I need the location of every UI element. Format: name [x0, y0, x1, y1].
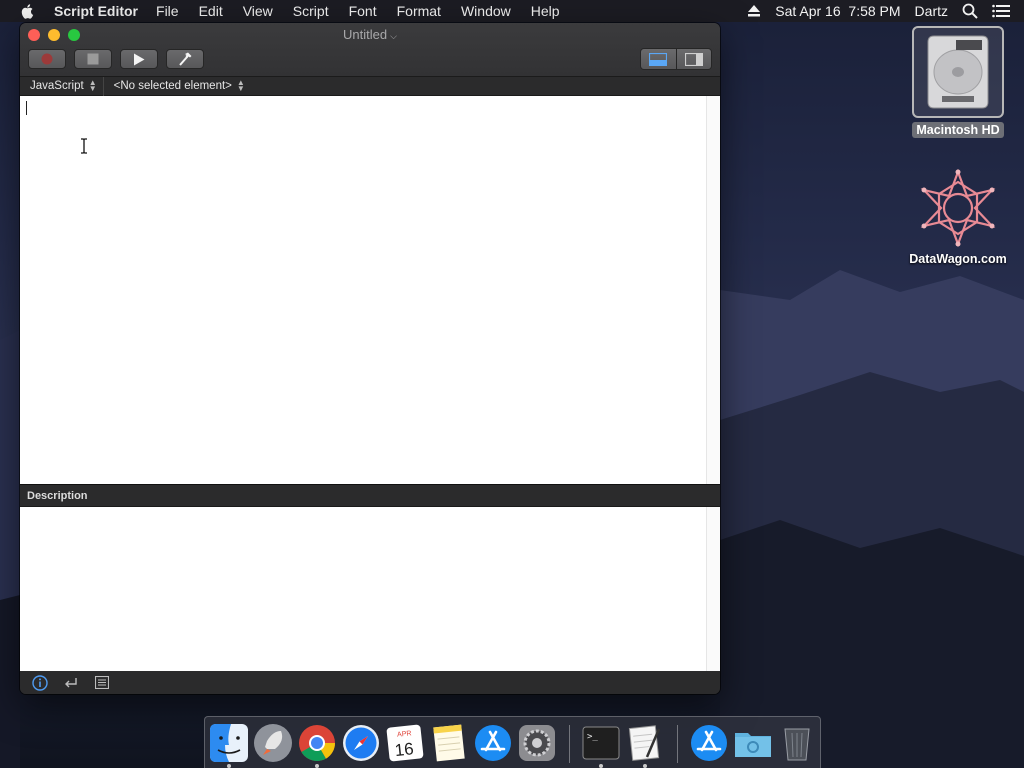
info-icon [32, 674, 48, 691]
up-down-arrows-icon: ▲ ▼ [88, 78, 97, 93]
run-button[interactable] [120, 49, 158, 69]
menu-help[interactable]: Help [531, 3, 560, 19]
safari-icon[interactable] [341, 723, 381, 763]
dock: APR 16 >_ [204, 716, 821, 768]
launchpad-icon[interactable] [253, 723, 293, 763]
script-editor-window: Untitled ⌵ JavaScript ▲ ▼ <No selected e… [20, 23, 720, 694]
menu-clock[interactable]: Sat Apr 16 7:58 PM [775, 3, 900, 19]
play-icon [134, 53, 145, 65]
window-title[interactable]: Untitled ⌵ [20, 27, 720, 42]
up-down-arrows-icon: ▲ ▼ [236, 78, 245, 93]
macintosh-hd-label: Macintosh HD [912, 122, 1004, 138]
list-icon [95, 676, 109, 689]
window-titlebar[interactable]: Untitled ⌵ [20, 23, 720, 77]
log-tab-button[interactable] [92, 674, 112, 692]
bottom-bar [20, 671, 720, 694]
element-selector[interactable]: <No selected element> ▲ ▼ [102, 76, 251, 96]
menu-edit[interactable]: Edit [199, 3, 223, 19]
apple-icon[interactable] [20, 3, 36, 19]
finder-icon[interactable] [209, 723, 249, 763]
desktop-icon-macintosh-hd[interactable]: Macintosh HD [908, 26, 1008, 138]
menu-font[interactable]: Font [349, 3, 377, 19]
terminal-icon[interactable]: >_ [581, 723, 621, 763]
menu-bar: Script Editor File Edit View Script Font… [0, 0, 1024, 22]
script-editor-icon[interactable] [625, 723, 665, 763]
calendar-day: 16 [394, 739, 415, 760]
editor-scrollbar[interactable] [706, 96, 720, 484]
menu-view[interactable]: View [243, 3, 273, 19]
menu-format[interactable]: Format [397, 3, 441, 19]
view-toggle [640, 48, 712, 70]
description-tab-button[interactable] [30, 674, 50, 692]
svg-text:>_: >_ [587, 732, 598, 742]
downloads-folder-icon[interactable] [733, 723, 773, 763]
menu-file[interactable]: File [156, 3, 179, 19]
compile-button[interactable] [166, 49, 204, 69]
description-header[interactable]: Description [20, 484, 720, 507]
desktop-icon-datawagon[interactable]: DataWagon.com [900, 168, 1016, 266]
eject-icon[interactable] [747, 5, 761, 17]
window-title-text: Untitled [343, 27, 388, 42]
script-editor-running-indicator [643, 764, 647, 768]
show-log-view-button[interactable] [641, 49, 676, 69]
terminal-running-indicator [599, 764, 603, 768]
app-store-downloads-icon[interactable] [689, 723, 729, 763]
dock-separator [569, 725, 570, 763]
trash-icon[interactable] [777, 723, 817, 763]
description-scrollbar[interactable] [706, 507, 720, 671]
result-tab-button[interactable] [61, 674, 81, 692]
hammer-icon [179, 52, 192, 66]
spotlight-search-icon[interactable] [962, 3, 978, 19]
datawagon-icon [920, 168, 996, 248]
notification-center-icon[interactable] [992, 4, 1010, 18]
system-preferences-icon[interactable] [517, 723, 557, 763]
notes-icon[interactable] [429, 723, 469, 763]
language-selector-label: JavaScript [30, 80, 84, 92]
ibeam-cursor-icon [81, 138, 87, 154]
chrome-running-indicator [315, 764, 319, 768]
chevron-down-icon: ⌵ [390, 31, 397, 41]
menu-window[interactable]: Window [461, 3, 511, 19]
stop-button[interactable] [74, 49, 112, 69]
chrome-icon[interactable] [297, 723, 337, 763]
bottom-panel-icon [649, 52, 668, 66]
language-selector[interactable]: JavaScript ▲ ▼ [20, 77, 103, 96]
menu-user[interactable]: Dartz [915, 3, 948, 19]
record-button[interactable] [28, 49, 66, 69]
calendar-month: APR [397, 730, 412, 738]
hard-drive-icon [927, 35, 989, 109]
return-icon [65, 677, 77, 687]
datawagon-label: DataWagon.com [909, 252, 1007, 266]
dock-separator [677, 725, 678, 763]
element-selector-label: <No selected element> [113, 80, 232, 92]
app-store-icon[interactable] [473, 723, 513, 763]
calendar-icon[interactable]: APR 16 [385, 723, 425, 763]
description-area[interactable] [20, 507, 720, 671]
menu-script[interactable]: Script [293, 3, 329, 19]
description-header-label: Description [27, 489, 88, 502]
hard-drive-icon-frame [912, 26, 1004, 118]
text-caret [26, 101, 27, 115]
show-sidebar-button[interactable] [675, 49, 711, 69]
sidebar-panel-icon [684, 52, 703, 66]
menu-app-name[interactable]: Script Editor [54, 3, 138, 19]
navigation-bar: JavaScript ▲ ▼ <No selected element> ▲ ▼ [20, 76, 720, 96]
stop-icon [87, 53, 99, 65]
finder-running-indicator [227, 764, 231, 768]
record-icon [41, 53, 53, 65]
script-editor-area[interactable] [20, 96, 720, 484]
